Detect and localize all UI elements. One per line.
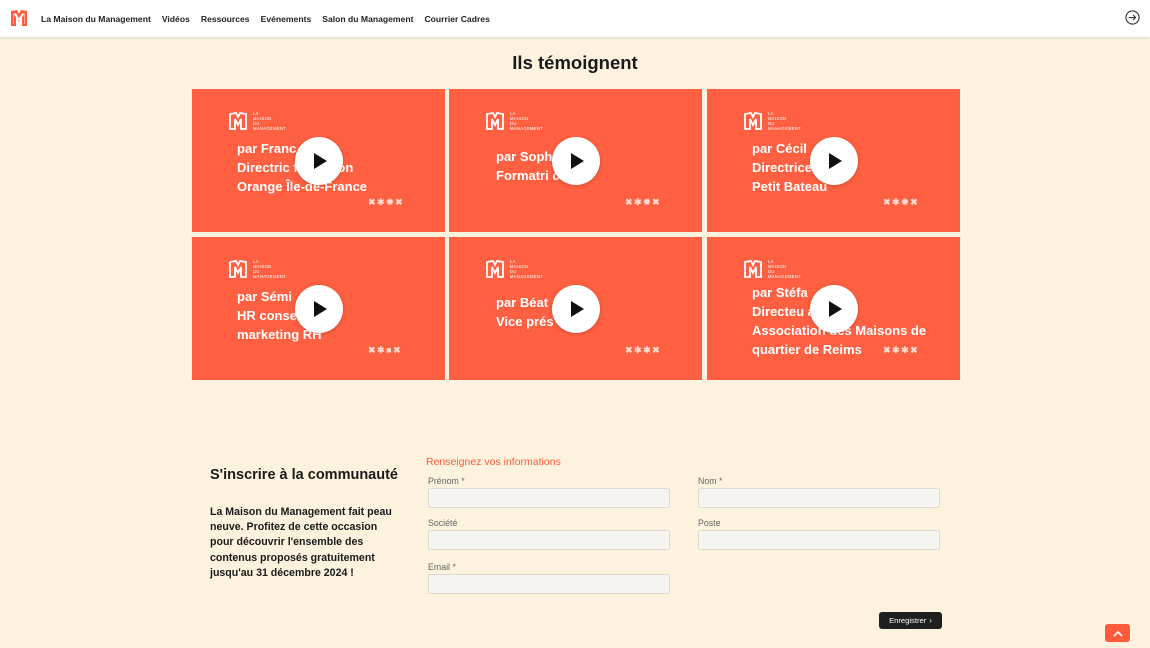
decorative-marks: ✖✱✹✖ — [625, 197, 662, 207]
play-icon — [571, 301, 584, 317]
play-button[interactable] — [295, 137, 343, 185]
top-navigation-bar: La Maison du Management Vidéos Ressource… — [0, 0, 1150, 37]
nom-label: Nom * — [698, 476, 723, 486]
signup-section: S'inscrire à la communauté La Maison du … — [210, 465, 400, 581]
decorative-marks: ✖✱✹✖ — [368, 197, 405, 207]
card-brand-logo: LA MAISON DU MANAGEMENT — [228, 259, 286, 279]
testimonial-video-card[interactable]: LA MAISON DU MANAGEMENT par Stéfa Directeu a… — [707, 237, 960, 380]
play-icon — [829, 153, 842, 169]
card-brand-logo: LA MAISON DU MANAGEMENT — [228, 111, 286, 131]
poste-label: Poste — [698, 518, 721, 528]
nav-item-salon[interactable]: Salon du Management — [322, 14, 413, 24]
nav-item-ressources[interactable]: Ressources — [201, 14, 250, 24]
decorative-marks: ✖✱■✖ — [368, 345, 403, 355]
maison-management-logo-icon — [229, 112, 247, 130]
card-brand-logo: LA MAISON DU MANAGEMENT — [743, 259, 801, 279]
form-title: Renseignez vos informations — [426, 456, 561, 468]
testimonial-video-card[interactable]: LA MAISON DU MANAGEMENT par Béat Vice prés e… — [449, 237, 702, 380]
play-button[interactable] — [810, 285, 858, 333]
register-button-label: Enregistrer — [889, 616, 927, 625]
chevron-up-icon — [1112, 630, 1123, 637]
email-field[interactable] — [428, 574, 670, 594]
card-brand-logo: LA MAISON DU MANAGEMENT — [485, 259, 543, 279]
poste-field[interactable] — [698, 530, 940, 550]
maison-management-logo-icon — [744, 112, 762, 130]
maison-management-logo-icon[interactable] — [9, 8, 29, 28]
login-arrow-icon[interactable] — [1125, 10, 1140, 25]
play-icon — [314, 301, 327, 317]
prenom-field[interactable] — [428, 488, 670, 508]
testimonial-video-card[interactable]: LA MAISON DU MANAGEMENT par Franc Directric … — [192, 89, 445, 232]
play-icon — [571, 153, 584, 169]
play-icon — [829, 301, 842, 317]
decorative-marks: ✖✱✱✖ — [883, 345, 920, 355]
main-nav: La Maison du Management Vidéos Ressource… — [41, 0, 501, 37]
play-button[interactable] — [810, 137, 858, 185]
signup-title: S'inscrire à la communauté — [210, 467, 398, 483]
societe-field[interactable] — [428, 530, 670, 550]
chevron-right-icon: › — [929, 616, 932, 625]
testimonial-video-card[interactable]: LA MAISON DU MANAGEMENT par Soph Formatri co… — [449, 89, 702, 232]
register-button[interactable]: Enregistrer › — [879, 612, 942, 629]
testimonial-video-card[interactable]: LA MAISON DU MANAGEMENT par Sémi HR conse et… — [192, 237, 445, 380]
play-button[interactable] — [295, 285, 343, 333]
play-icon — [314, 153, 327, 169]
prenom-label: Prénom * — [428, 476, 465, 486]
maison-management-logo-icon — [486, 260, 504, 278]
nav-item-courrier-cadres[interactable]: Courrier Cadres — [424, 14, 489, 24]
signup-description: La Maison du Management fait peau neuve.… — [210, 506, 392, 579]
nav-item-videos[interactable]: Vidéos — [162, 14, 190, 24]
play-button[interactable] — [552, 137, 600, 185]
card-brand-logo: LA MAISON DU MANAGEMENT — [743, 111, 801, 131]
societe-label: Société — [428, 518, 458, 528]
testimonial-video-card[interactable]: LA MAISON DU MANAGEMENT par Cécil Directrice… — [707, 89, 960, 232]
nav-item-maison-management[interactable]: La Maison du Management — [41, 14, 151, 24]
nom-field[interactable] — [698, 488, 940, 508]
email-label: Email * — [428, 562, 456, 572]
decorative-marks: ✖✱✱✖ — [625, 345, 662, 355]
testimonials-title: Ils témoignent — [512, 52, 638, 73]
decorative-marks: ✖✱✹✖ — [883, 197, 920, 207]
card-brand-logo: LA MAISON DU MANAGEMENT — [485, 111, 543, 131]
maison-management-logo-icon — [229, 260, 247, 278]
maison-management-logo-icon — [486, 112, 504, 130]
testimonial-video-grid: LA MAISON DU MANAGEMENT par Franc Directric … — [192, 89, 960, 380]
play-button[interactable] — [552, 285, 600, 333]
maison-management-logo-icon — [744, 260, 762, 278]
nav-item-evenements[interactable]: Evénements — [261, 14, 312, 24]
scroll-to-top-button[interactable] — [1105, 624, 1130, 642]
